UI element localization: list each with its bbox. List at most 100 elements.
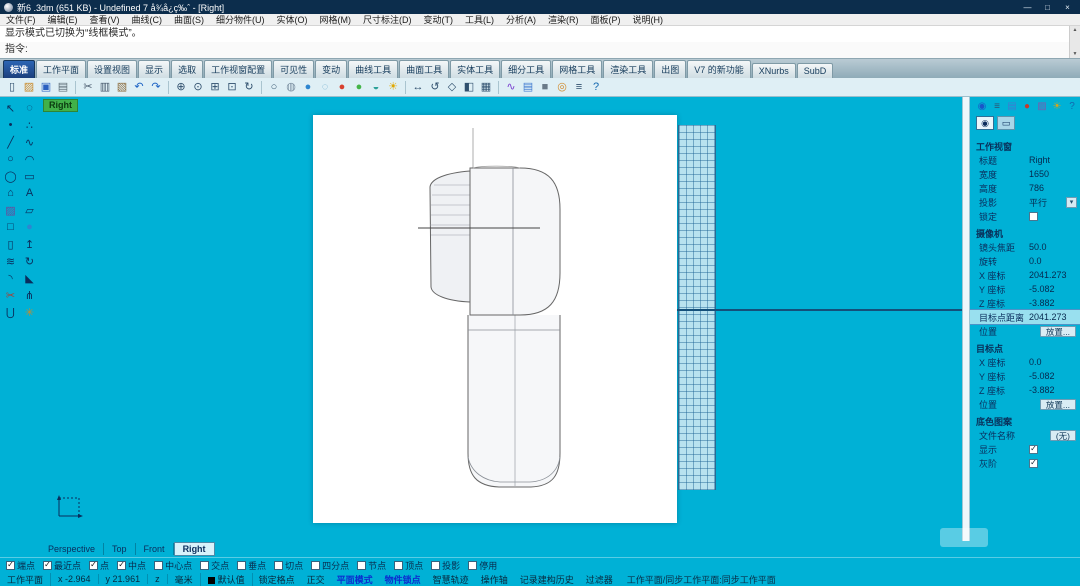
close-button[interactable]: × bbox=[1059, 2, 1076, 13]
osnap-checkbox[interactable] bbox=[357, 561, 366, 570]
viewport-tab-front[interactable]: Front bbox=[136, 543, 174, 555]
panel-splitter[interactable] bbox=[962, 97, 970, 541]
zoom-window-icon[interactable]: ⊞ bbox=[207, 79, 223, 95]
material-ball-icon[interactable]: ● bbox=[351, 79, 367, 95]
prop-value[interactable]: -3.882 bbox=[1029, 385, 1078, 395]
ribbon-tab-select[interactable]: 选取 bbox=[171, 60, 203, 78]
scale-icon[interactable]: ◇ bbox=[444, 79, 460, 95]
zoom-extents-icon[interactable]: ⊡ bbox=[224, 79, 240, 95]
rectangle-icon[interactable]: ▭ bbox=[20, 168, 39, 184]
copy-icon[interactable]: ▥ bbox=[97, 79, 113, 95]
osnap-project[interactable]: 投影 bbox=[431, 559, 460, 572]
osnap-disable[interactable]: 停用 bbox=[468, 559, 497, 572]
viewport-tab-top[interactable]: Top bbox=[104, 543, 136, 555]
scroll-up-icon[interactable]: ▲ bbox=[1073, 27, 1078, 33]
status-toggle-smarttrack[interactable]: 智慧轨迹 bbox=[427, 573, 475, 586]
menu-curve[interactable]: 曲线(C) bbox=[126, 13, 169, 26]
ribbon-tab-solid-tools[interactable]: 实体工具 bbox=[450, 60, 500, 78]
prop-button-target-place[interactable]: 放置... bbox=[1040, 399, 1076, 410]
status-toggle-ortho[interactable]: 正交 bbox=[301, 573, 331, 586]
curve-tools-icon[interactable]: ∿ bbox=[503, 79, 519, 95]
prop-value[interactable]: 0.0 bbox=[1029, 256, 1078, 266]
texture-panel-icon[interactable]: ▨ bbox=[1036, 100, 1048, 112]
pan-icon[interactable]: ⊕ bbox=[173, 79, 189, 95]
point-cloud-icon[interactable]: ∴ bbox=[20, 117, 39, 133]
ribbon-tab-subd[interactable]: SubD bbox=[797, 63, 834, 78]
menu-subd-object[interactable]: 细分物件(U) bbox=[210, 13, 271, 26]
curve-icon[interactable]: ∿ bbox=[20, 134, 39, 150]
menu-file[interactable]: 文件(F) bbox=[0, 13, 42, 26]
menu-mesh[interactable]: 网格(M) bbox=[314, 13, 358, 26]
menu-surface[interactable]: 曲面(S) bbox=[168, 13, 210, 26]
cylinder-icon[interactable]: ▯ bbox=[1, 236, 20, 252]
menu-solid[interactable]: 实体(O) bbox=[271, 13, 314, 26]
osnap-checkbox[interactable]: ✓ bbox=[89, 561, 98, 570]
osnap-tangent[interactable]: 切点 bbox=[274, 559, 303, 572]
osnap-end[interactable]: ✓端点 bbox=[6, 559, 35, 572]
viewport-title-label[interactable]: Right bbox=[43, 99, 78, 112]
osnap-quadrant[interactable]: 四分点 bbox=[311, 559, 349, 572]
osnap-vertex[interactable]: 顶点 bbox=[394, 559, 423, 572]
circle-icon[interactable]: ○ bbox=[1, 151, 20, 167]
prop-value[interactable]: 1650 bbox=[1029, 169, 1078, 179]
polyline-icon[interactable]: ╱ bbox=[1, 134, 20, 150]
osnap-intersection[interactable]: 交点 bbox=[200, 559, 229, 572]
osnap-checkbox[interactable] bbox=[468, 561, 477, 570]
osnap-center[interactable]: 中心点 bbox=[154, 559, 192, 572]
prop-value[interactable]: 2041.273 bbox=[1029, 270, 1078, 280]
viewport-tab-right[interactable]: Right bbox=[174, 542, 215, 556]
minimize-button[interactable]: — bbox=[1019, 2, 1036, 13]
status-toggle-osnap[interactable]: 物件锁点 bbox=[379, 573, 427, 586]
osnap-mid[interactable]: ✓中点 bbox=[117, 559, 146, 572]
layers-icon[interactable]: ≡ bbox=[571, 79, 587, 95]
osnap-point[interactable]: ✓点 bbox=[89, 559, 109, 572]
osnap-checkbox[interactable] bbox=[154, 561, 163, 570]
solid-tools-icon[interactable]: ■ bbox=[537, 79, 553, 95]
viewport-right[interactable]: Right bbox=[40, 97, 962, 541]
osnap-checkbox[interactable] bbox=[274, 561, 283, 570]
dropdown-arrow-icon[interactable]: ▾ bbox=[1066, 197, 1077, 208]
ribbon-tab-drafting[interactable]: 出图 bbox=[654, 60, 686, 78]
ribbon-tab-subd-tools[interactable]: 细分工具 bbox=[501, 60, 551, 78]
print-icon[interactable]: ▤ bbox=[55, 79, 71, 95]
command-prompt[interactable]: 指令: bbox=[0, 42, 1080, 58]
prop-value[interactable]: 50.0 bbox=[1029, 242, 1078, 252]
osnap-checkbox[interactable]: ✓ bbox=[43, 561, 52, 570]
join-icon[interactable]: ⋃ bbox=[1, 304, 20, 320]
osnap-checkbox[interactable]: ✓ bbox=[117, 561, 126, 570]
paste-icon[interactable]: ▧ bbox=[114, 79, 130, 95]
environment-icon[interactable]: ◒ bbox=[368, 79, 384, 95]
help-icon[interactable]: ? bbox=[588, 79, 604, 95]
ribbon-tab-mesh-tools[interactable]: 网格工具 bbox=[552, 60, 602, 78]
chamfer-icon[interactable]: ◣ bbox=[20, 270, 39, 286]
text-icon[interactable]: A bbox=[20, 185, 39, 201]
maximize-button[interactable]: □ bbox=[1039, 2, 1056, 13]
ribbon-tab-render-tools[interactable]: 渲染工具 bbox=[603, 60, 653, 78]
rotate-view-icon[interactable]: ↻ bbox=[241, 79, 257, 95]
ribbon-tab-viewport-layout[interactable]: 工作视窗配置 bbox=[204, 60, 272, 78]
ribbon-tab-xnurbs[interactable]: XNurbs bbox=[752, 63, 796, 78]
ribbon-tab-v7-features[interactable]: V7 的新功能 bbox=[687, 60, 751, 78]
ellipse-icon[interactable]: ◯ bbox=[1, 168, 20, 184]
array-icon[interactable]: ▦ bbox=[478, 79, 494, 95]
layer-display[interactable]: 默认值 bbox=[201, 573, 253, 586]
prop-value[interactable]: 2041.273 bbox=[1029, 312, 1078, 322]
ribbon-tab-set-view[interactable]: 设置视图 bbox=[87, 60, 137, 78]
osnap-knot[interactable]: 节点 bbox=[357, 559, 386, 572]
prop-value[interactable]: 0.0 bbox=[1029, 357, 1078, 367]
menu-dimension[interactable]: 尺寸标注(D) bbox=[357, 13, 418, 26]
ghosted-display-icon[interactable]: ◌ bbox=[317, 79, 333, 95]
split-icon[interactable]: ⋔ bbox=[20, 287, 39, 303]
command-scrollbar[interactable]: ▲ ▼ bbox=[1069, 26, 1080, 58]
prop-value[interactable]: -5.082 bbox=[1029, 371, 1078, 381]
point-icon[interactable]: • bbox=[1, 117, 20, 133]
material-panel-icon[interactable]: ● bbox=[1021, 100, 1033, 112]
save-icon[interactable]: ▣ bbox=[38, 79, 54, 95]
rendered-display-icon[interactable]: ● bbox=[300, 79, 316, 95]
redo-icon[interactable]: ↷ bbox=[148, 79, 164, 95]
cplane-button[interactable]: 工作平面 bbox=[0, 573, 51, 586]
new-file-icon[interactable]: ▯ bbox=[4, 79, 20, 95]
extrude-icon[interactable]: ↥ bbox=[20, 236, 39, 252]
rotate-icon[interactable]: ↺ bbox=[427, 79, 443, 95]
viewport-canvas[interactable] bbox=[313, 115, 677, 523]
